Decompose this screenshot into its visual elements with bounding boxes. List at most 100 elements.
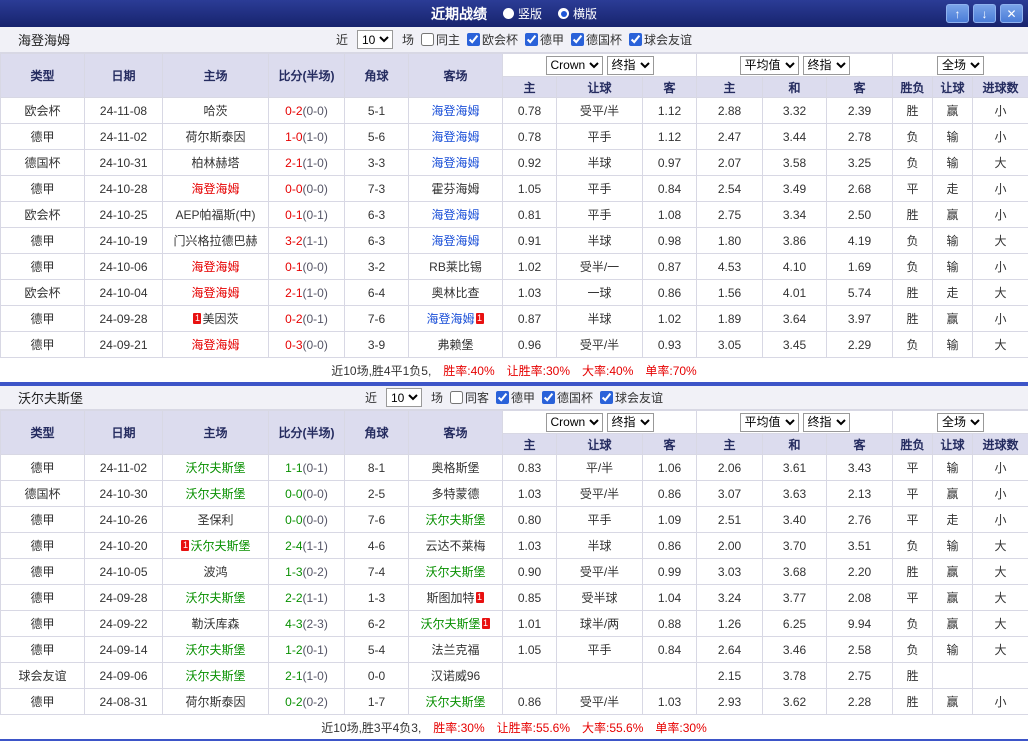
score-cell: 0-1(0-0): [269, 254, 345, 280]
corner-cell: 7-6: [345, 507, 409, 533]
league-filter[interactable]: 德国杯: [571, 31, 622, 48]
league-filter[interactable]: 球会友谊: [600, 389, 663, 406]
date-cell: 24-08-31: [85, 689, 163, 715]
result-handicap: 输: [933, 150, 973, 176]
same-venue-filter[interactable]: 同客: [450, 389, 489, 406]
same-venue-filter[interactable]: 同主: [421, 31, 460, 48]
euro-source-select[interactable]: 平均值: [740, 56, 799, 75]
date-cell: 24-09-14: [85, 637, 163, 663]
match-row: 欧会杯24-10-04海登海姆2-1(1-0)6-4奥林比查1.03一球0.86…: [1, 280, 1028, 306]
euro-home-odds: 2.93: [697, 689, 763, 715]
euro-stage-select[interactable]: 终指: [803, 413, 850, 432]
league-filter-checkbox[interactable]: [600, 391, 613, 404]
recent-count-select[interactable]: 10: [357, 30, 393, 49]
score-cell: 2-1(1-0): [269, 280, 345, 306]
column-header-euro-home: 主: [697, 434, 763, 455]
titlebar-center: 近期战绩 竖版 横版: [0, 4, 1028, 24]
same-venue-checkbox[interactable]: [421, 33, 434, 46]
team-name: 哈茨: [203, 104, 227, 118]
team-name: 沃尔夫斯堡: [425, 565, 485, 579]
league-filter-checkbox[interactable]: [571, 33, 584, 46]
euro-source-select[interactable]: 平均值: [740, 413, 799, 432]
match-row: 欧会杯24-10-25AEP帕福斯(中)0-1(0-1)6-3海登海姆0.81平…: [1, 202, 1028, 228]
result-outcome: 胜: [893, 663, 933, 689]
match-row: 德甲24-10-19门兴格拉德巴赫3-2(1-1)6-3海登海姆0.91半球0.…: [1, 228, 1028, 254]
result-handicap: 输: [933, 533, 973, 559]
match-row: 德甲24-10-06海登海姆0-1(0-0)3-2RB莱比锡1.02受半/一0.…: [1, 254, 1028, 280]
window-title: 近期战绩: [431, 4, 487, 24]
red-card-badge: 1: [482, 618, 490, 629]
layout-option-label: 横版: [573, 5, 597, 22]
league-filter-checkbox[interactable]: [629, 33, 642, 46]
scope-select[interactable]: 全场: [937, 413, 984, 432]
column-header-euro-away: 客: [827, 77, 893, 98]
away-team-cell: 汉诺威96: [409, 663, 503, 689]
euro-stage-select[interactable]: 终指: [803, 56, 850, 75]
close-button[interactable]: ✕: [1000, 4, 1023, 23]
euro-draw-odds: 4.01: [763, 280, 827, 306]
asian-away-odds: 0.97: [643, 150, 697, 176]
fulltime-score: 0-0: [285, 487, 302, 501]
match-row: 德甲24-10-28海登海姆0-0(0-0)7-3霍芬海姆1.05平手0.842…: [1, 176, 1028, 202]
result-goals: 小: [973, 254, 1028, 280]
team-title: 海登海姆: [18, 30, 70, 49]
league-filter-checkbox[interactable]: [542, 391, 555, 404]
asian-line: 一球: [557, 280, 643, 306]
date-cell: 24-11-08: [85, 98, 163, 124]
asian-home-odds: 0.92: [503, 150, 557, 176]
asian-away-odds: 0.87: [643, 254, 697, 280]
euro-away-odds: 2.75: [827, 663, 893, 689]
result-outcome: 胜: [893, 559, 933, 585]
league-filter[interactable]: 欧会杯: [467, 31, 518, 48]
home-team-cell: 沃尔夫斯堡: [163, 637, 269, 663]
result-handicap: 赢: [933, 585, 973, 611]
asian-line: 受平/半: [557, 98, 643, 124]
layout-option-horizontal[interactable]: 横版: [558, 5, 597, 22]
asian-stage-select[interactable]: 终指: [607, 56, 654, 75]
asian-stage-select[interactable]: 终指: [607, 413, 654, 432]
asian-line: 平手: [557, 124, 643, 150]
league-filter[interactable]: 德国杯: [542, 389, 593, 406]
result-outcome: 负: [893, 332, 933, 358]
column-header-away: 客场: [409, 54, 503, 98]
away-team-cell: 海登海姆: [409, 202, 503, 228]
euro-away-odds: 9.94: [827, 611, 893, 637]
euro-away-odds: 3.97: [827, 306, 893, 332]
asian-home-odds: 0.78: [503, 124, 557, 150]
radio-icon: [558, 8, 569, 19]
asian-source-select[interactable]: Crown: [546, 56, 603, 75]
scope-select[interactable]: 全场: [937, 56, 984, 75]
asian-line: 受平/半: [557, 481, 643, 507]
league-filter[interactable]: 德甲: [496, 389, 535, 406]
euro-home-odds: 1.89: [697, 306, 763, 332]
result-goals: 小: [973, 455, 1028, 481]
date-cell: 24-09-21: [85, 332, 163, 358]
league-filter[interactable]: 球会友谊: [629, 31, 692, 48]
result-outcome: 平: [893, 481, 933, 507]
layout-option-vertical[interactable]: 竖版: [503, 5, 542, 22]
match-row: 德甲24-09-21海登海姆0-3(0-0)3-9弗赖堡0.96受平/半0.93…: [1, 332, 1028, 358]
date-cell: 24-09-06: [85, 663, 163, 689]
fulltime-score: 0-1: [285, 260, 302, 274]
asian-source-select[interactable]: Crown: [546, 413, 603, 432]
team-name: 沃尔夫斯堡: [420, 617, 480, 631]
league-filter-checkbox[interactable]: [496, 391, 509, 404]
league-filter[interactable]: 德甲: [525, 31, 564, 48]
league-filter-checkbox[interactable]: [525, 33, 538, 46]
league-cell: 德甲: [1, 455, 85, 481]
euro-draw-odds: 3.49: [763, 176, 827, 202]
asian-home-odds: [503, 663, 557, 689]
league-filter-checkbox[interactable]: [467, 33, 480, 46]
euro-away-odds: 4.19: [827, 228, 893, 254]
team-name: 多特蒙德: [431, 487, 479, 501]
score-cell: 4-3(2-3): [269, 611, 345, 637]
record-summary: 近10场,胜3平4负3,: [321, 719, 421, 736]
same-venue-checkbox[interactable]: [450, 391, 463, 404]
move-up-button[interactable]: ↑: [946, 4, 969, 23]
asian-away-odds: [643, 663, 697, 689]
recent-count-select[interactable]: 10: [386, 388, 422, 407]
move-down-button[interactable]: ↓: [973, 4, 996, 23]
radio-icon: [503, 8, 514, 19]
date-cell: 24-09-28: [85, 306, 163, 332]
match-row: 德甲24-09-14沃尔夫斯堡1-2(0-1)5-4法兰克福1.05平手0.84…: [1, 637, 1028, 663]
